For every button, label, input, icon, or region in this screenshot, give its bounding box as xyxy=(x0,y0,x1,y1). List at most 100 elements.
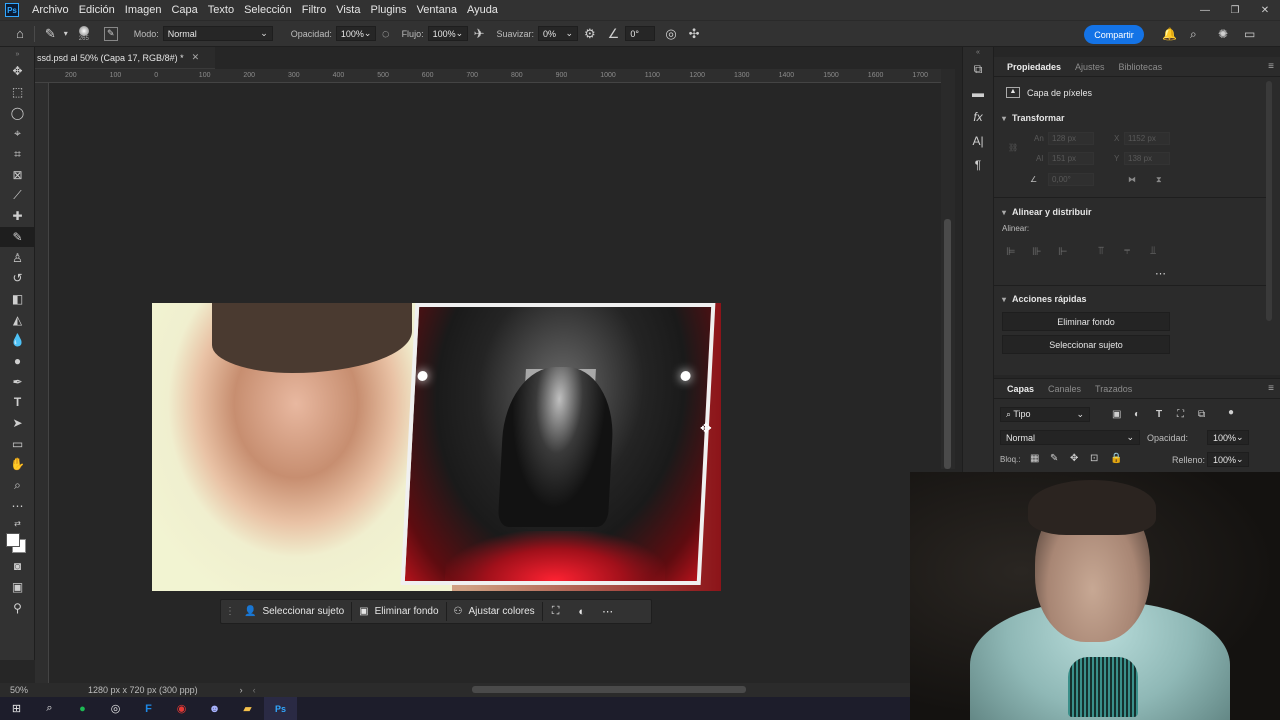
lock-position-icon[interactable]: ✥ xyxy=(1070,453,1078,464)
blur-tool-icon[interactable]: 💧 xyxy=(0,330,35,351)
comments-icon[interactable]: ▬ xyxy=(963,81,993,105)
close-icon[interactable]: ✕ xyxy=(192,52,200,63)
align-top-icon[interactable]: ⫪ xyxy=(1098,245,1104,258)
tab-canales[interactable]: Canales xyxy=(1041,379,1088,399)
history-brush-tool-icon[interactable]: ↺ xyxy=(0,268,35,289)
link-icon[interactable]: ⛓ xyxy=(1008,143,1018,152)
healing-brush-tool-icon[interactable]: ✚ xyxy=(0,206,35,227)
foreground-color-swatch[interactable] xyxy=(6,533,20,548)
fx-icon[interactable]: fx xyxy=(963,105,993,129)
text-tool-icon[interactable]: T xyxy=(0,392,35,413)
mode-select[interactable]: Normal ⌄ xyxy=(162,26,273,41)
scroll-left-icon[interactable]: ‹ xyxy=(253,685,256,695)
home-icon[interactable]: ⌂ xyxy=(16,26,24,41)
pressure-opacity-icon[interactable]: ◌ xyxy=(382,26,390,41)
layer-filter-select[interactable]: ⌕ Tipo ⌄ xyxy=(1000,407,1090,422)
vertical-scrollbar[interactable] xyxy=(941,69,955,469)
gear-icon[interactable]: ⚙ xyxy=(584,26,596,42)
search-icon[interactable]: ⌕ xyxy=(1190,27,1197,42)
share-button[interactable]: Compartir xyxy=(1084,25,1144,44)
rectangle-tool-icon[interactable]: ▭ xyxy=(0,433,35,454)
adjust-colors-button[interactable]: ⚇ Ajustar colores xyxy=(447,602,543,621)
stamp-tool-icon[interactable]: ♙ xyxy=(0,247,35,268)
lock-transparent-icon[interactable]: ▦ xyxy=(1030,453,1039,464)
align-vcenter-icon[interactable]: ⫧ xyxy=(1124,245,1130,258)
remove-background-button[interactable]: ▣ Eliminar fondo xyxy=(352,602,447,621)
more-align-icon[interactable]: ⋯ xyxy=(1155,267,1166,280)
lock-artboard-icon[interactable]: ⊡ xyxy=(1090,453,1098,464)
expand-panels-icon[interactable]: « xyxy=(963,47,993,57)
tab-ajustes[interactable]: Ajustes xyxy=(1068,57,1112,77)
flip-horizontal-icon[interactable]: ⧓ xyxy=(1128,175,1136,184)
horizontal-ruler[interactable]: 200 100 0 100 200 300 400 500 600 700 800 900 1000 11… xyxy=(35,69,941,83)
lock-image-icon[interactable]: ✎ xyxy=(1050,453,1058,464)
menu-plugins[interactable]: Plugins xyxy=(365,4,411,16)
blend-mode-select[interactable]: Normal ⌄ xyxy=(1000,430,1140,445)
character-icon[interactable]: A| xyxy=(963,129,993,153)
width-field[interactable]: 128 px xyxy=(1048,132,1094,145)
drag-handle-icon[interactable]: ⋮ xyxy=(225,604,235,620)
workspace-icon[interactable]: ▭ xyxy=(1244,27,1255,41)
menu-seleccion[interactable]: Selección xyxy=(239,4,297,16)
tab-trazados[interactable]: Trazados xyxy=(1088,379,1139,399)
align-left-icon[interactable]: ⊫ xyxy=(1006,245,1016,258)
menu-imagen[interactable]: Imagen xyxy=(120,4,167,16)
tab-capas[interactable]: Capas xyxy=(1000,379,1041,399)
flip-vertical-icon[interactable]: ⧗ xyxy=(1156,175,1162,185)
angle-field[interactable]: 0° xyxy=(625,26,656,41)
frame-tool-icon[interactable]: ⊠ xyxy=(0,164,35,185)
collapse-icon[interactable]: » xyxy=(0,47,35,61)
object-select-tool-icon[interactable]: ⌖ xyxy=(0,123,35,144)
dodge-tool-icon[interactable]: ● xyxy=(0,351,35,372)
smooth-field[interactable]: 0% ⌄ xyxy=(538,26,579,41)
quick-select-subject-button[interactable]: Seleccionar sujeto xyxy=(1002,335,1170,354)
menu-ayuda[interactable]: Ayuda xyxy=(462,4,503,16)
steam-icon[interactable]: ◎ xyxy=(99,697,132,720)
symmetry-icon[interactable]: ✣ xyxy=(689,26,700,42)
marquee-tool-icon[interactable]: ⬚ xyxy=(0,82,35,103)
hand-tool-icon[interactable]: ✋ xyxy=(0,454,35,475)
paint-bucket-tool-icon[interactable]: ◭ xyxy=(0,309,35,330)
color-swatches[interactable] xyxy=(0,530,35,556)
height-field[interactable]: 151 px xyxy=(1048,152,1094,165)
flow-field[interactable]: 100% ⌄ xyxy=(427,26,468,41)
x-field[interactable]: 1152 px xyxy=(1124,132,1170,145)
canvas-image[interactable] xyxy=(152,303,721,591)
align-right-icon[interactable]: ⊩ xyxy=(1058,245,1068,258)
path-select-tool-icon[interactable]: ➤ xyxy=(0,413,35,434)
brush-preset-picker[interactable]: 265 xyxy=(70,22,98,46)
lock-all-icon[interactable]: 🔒 xyxy=(1110,453,1122,464)
move-tool-icon[interactable]: ✥ xyxy=(0,61,35,82)
menu-filtro[interactable]: Filtro xyxy=(297,4,331,16)
history-icon[interactable]: ⧉ xyxy=(963,57,993,81)
chevron-down-icon[interactable]: ▾ xyxy=(64,29,68,38)
document-tab[interactable]: ssd.psd al 50% (Capa 17, RGB/8#) * ✕ xyxy=(35,47,215,69)
zoom-tool-icon[interactable]: ⌕ xyxy=(0,475,35,496)
edit-toolbar-icon[interactable]: ⚲ xyxy=(0,598,35,619)
color-swap-icon[interactable]: ⇄ xyxy=(0,516,35,530)
minimize-icon[interactable]: — xyxy=(1190,0,1220,20)
chevron-right-icon[interactable]: › xyxy=(240,685,243,695)
panel-menu-icon[interactable]: ≡ xyxy=(1268,61,1274,72)
airbrush-icon[interactable]: ✈ xyxy=(474,26,485,42)
adjustment-layer-icon[interactable]: ◐ xyxy=(569,606,595,618)
brush-tool-icon[interactable]: ✎ xyxy=(0,226,35,248)
menu-texto[interactable]: Texto xyxy=(203,4,239,16)
screen-mode-icon[interactable]: ▣ xyxy=(0,577,35,598)
filter-pixel-icon[interactable]: ▣ xyxy=(1112,409,1121,420)
properties-scrollbar[interactable] xyxy=(1266,81,1272,321)
filter-adjustment-icon[interactable]: ◐ xyxy=(1134,409,1140,420)
app-f-icon[interactable]: F xyxy=(132,697,165,720)
panel-menu-icon[interactable]: ≡ xyxy=(1268,383,1274,394)
horizontal-scrollbar-thumb[interactable] xyxy=(472,686,746,693)
paragraph-icon[interactable]: ¶ xyxy=(963,153,993,177)
eyedropper-tool-icon[interactable]: ⟋ xyxy=(0,185,35,206)
transform-header[interactable]: ▾ Transformar xyxy=(1002,113,1065,123)
layer-opacity-field[interactable]: 100% ⌄ xyxy=(1207,430,1249,445)
lasso-tool-icon[interactable]: ◯ xyxy=(0,102,35,123)
select-subject-button[interactable]: 👤 Seleccionar sujeto xyxy=(237,602,353,621)
spotify-icon[interactable]: ● xyxy=(66,697,99,720)
quick-actions-header[interactable]: ▾ Acciones rápidas xyxy=(1002,294,1087,304)
scroll-thumb[interactable] xyxy=(944,219,951,469)
filter-type-icon[interactable]: T xyxy=(1156,409,1162,420)
